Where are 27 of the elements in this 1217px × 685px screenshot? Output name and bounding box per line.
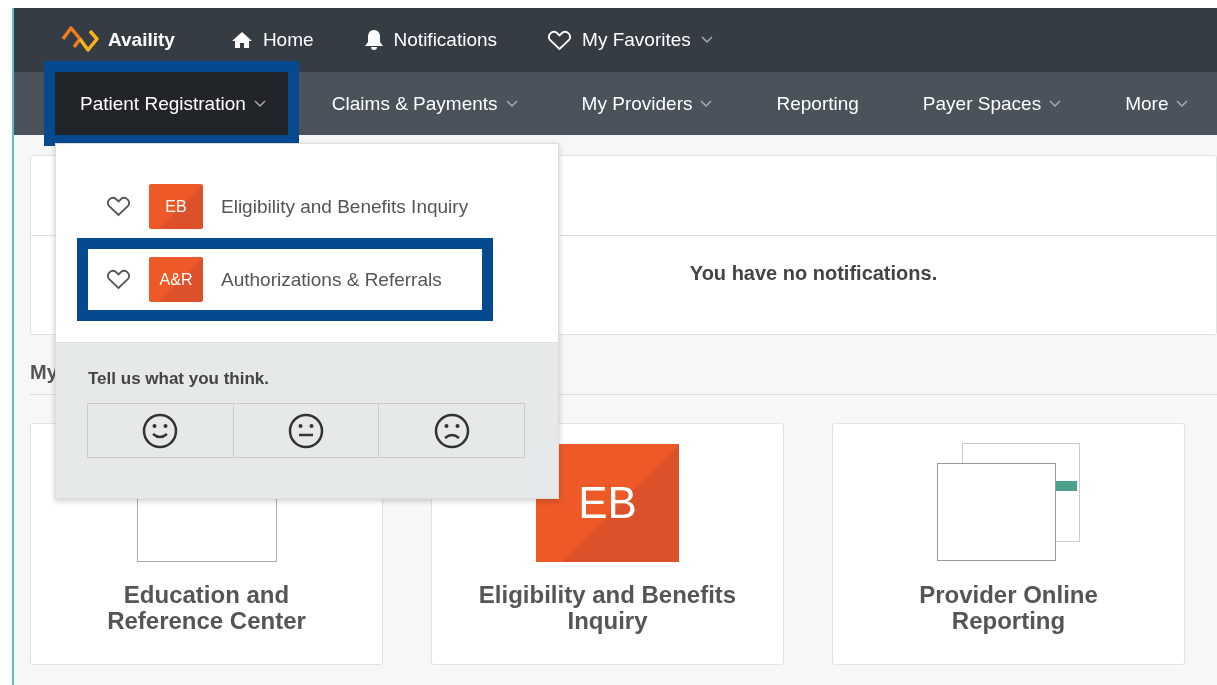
feedback-button[interactable] bbox=[232, 403, 380, 458]
app-badge: A&R bbox=[149, 257, 203, 302]
bell-icon bbox=[363, 29, 384, 51]
feedback-button[interactable] bbox=[378, 403, 525, 458]
feedback-prompt: Tell us what you think. bbox=[88, 369, 270, 388]
logo-icon bbox=[60, 25, 102, 55]
app-badge: EB bbox=[149, 184, 203, 229]
nav-menu-item[interactable]: Claims & Payments bbox=[299, 72, 550, 135]
heart-icon[interactable] bbox=[106, 269, 131, 290]
sad-face-icon bbox=[433, 412, 470, 449]
nav-menu-item[interactable]: Reporting bbox=[744, 72, 891, 135]
logo-text: Availity bbox=[108, 29, 175, 51]
header-link[interactable]: Home bbox=[230, 29, 314, 51]
app-card[interactable]: Provider Online Reporting bbox=[832, 423, 1185, 665]
feedback-button[interactable] bbox=[87, 403, 234, 458]
header-link[interactable]: My Favorites bbox=[547, 29, 713, 51]
happy-face-icon bbox=[142, 412, 179, 449]
nav-menu-item[interactable]: My Providers bbox=[549, 72, 745, 135]
neutral-face-icon bbox=[288, 412, 324, 449]
heart-icon[interactable] bbox=[547, 29, 573, 51]
header-link[interactable]: Notifications bbox=[363, 29, 498, 51]
home-icon bbox=[230, 31, 253, 49]
empty-notifications-message: You have no notifications. bbox=[689, 262, 938, 285]
app-tile: EB bbox=[536, 444, 679, 562]
nav-menu-item[interactable]: Payer Spaces bbox=[890, 72, 1094, 135]
nav-menu-item[interactable]: More bbox=[1093, 72, 1217, 135]
heart-icon[interactable] bbox=[106, 196, 131, 217]
